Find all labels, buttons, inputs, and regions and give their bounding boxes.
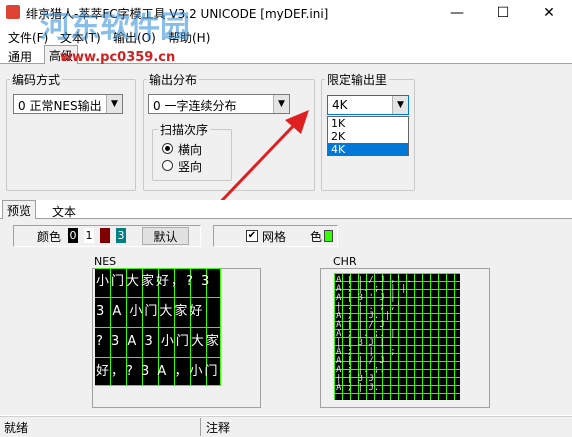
color-swatch-3[interactable]: 3 <box>116 228 126 243</box>
color-swatch-0[interactable]: 0 <box>68 228 78 243</box>
limit-output-value: 4K <box>332 98 348 112</box>
nes-preview: 小门大家好，? 3 3 A 小门大家好 ? 3 A 3 小门大家 好，? 3 A… <box>95 268 221 386</box>
status-divider <box>200 418 201 436</box>
status-bar <box>0 416 572 437</box>
grid-label: 网格 <box>262 230 287 244</box>
dropdown-option-4k[interactable]: 4K <box>328 143 408 156</box>
bottom-tab-strip <box>0 200 572 219</box>
dropdown-option-1k[interactable]: 1K <box>328 117 408 130</box>
nes-label: NES <box>94 255 117 268</box>
encoding-label: 编码方式 <box>10 71 63 88</box>
limit-output-label: 限定输出里 <box>325 71 390 88</box>
default-colors-button[interactable]: 默认 <box>142 227 189 245</box>
maximize-button[interactable]: ☐ <box>480 0 526 26</box>
color-swatch-1[interactable]: 1 <box>84 228 94 243</box>
app-icon <box>6 5 20 19</box>
tab-preview[interactable]: 预览 <box>2 200 37 220</box>
nes-row-2: 3 A 小门大家好 <box>96 304 205 319</box>
scan-order-label: 扫描次序 <box>158 121 211 138</box>
nes-row-4: 好，? 3 A ，小门 <box>96 364 220 379</box>
encoding-value: 0 正常NES输出 <box>18 99 102 113</box>
radio-dot <box>165 146 170 151</box>
chevron-down-icon[interactable]: ▼ <box>392 96 408 114</box>
limit-output-dropdown: 1K 2K 4K <box>327 116 409 156</box>
color-swatch-2[interactable]: 2 <box>100 228 110 243</box>
status-note: 注释 <box>206 421 231 435</box>
chr-glyph-pattern: A | | / J ,' .. A ; |. ;. | | A | 3 ' J | |… <box>336 276 418 393</box>
minimize-button[interactable]: — <box>434 0 480 26</box>
chr-label: CHR <box>333 255 357 268</box>
dropdown-option-2k[interactable]: 2K <box>328 130 408 143</box>
radio-vertical-label: 竖向 <box>178 160 203 174</box>
grid-color-label: 色 <box>310 230 323 244</box>
tab-text[interactable]: 文本 <box>48 202 80 219</box>
color-label: 颜色 <box>37 230 62 244</box>
radio-horizontal-label: 横向 <box>178 143 203 157</box>
grid-checkbox[interactable]: ✔ <box>246 230 258 242</box>
watermark-url: www.pc0359.cn <box>60 50 176 65</box>
nes-row-1: 小门大家好，? 3 <box>96 274 212 289</box>
nes-row-3: ? 3 A 3 小门大家 <box>96 334 221 349</box>
tab-general[interactable]: 通用 <box>4 47 36 64</box>
status-ready: 就绪 <box>4 421 29 435</box>
grid-color-swatch[interactable] <box>324 230 333 242</box>
chevron-down-icon[interactable]: ▼ <box>106 95 122 113</box>
radio-horizontal[interactable] <box>162 143 173 154</box>
output-dist-label: 输出分布 <box>147 71 200 88</box>
close-button[interactable]: ✕ <box>526 0 572 26</box>
watermark-logo: 河东软件园 <box>40 10 190 45</box>
radio-vertical[interactable] <box>162 160 173 171</box>
